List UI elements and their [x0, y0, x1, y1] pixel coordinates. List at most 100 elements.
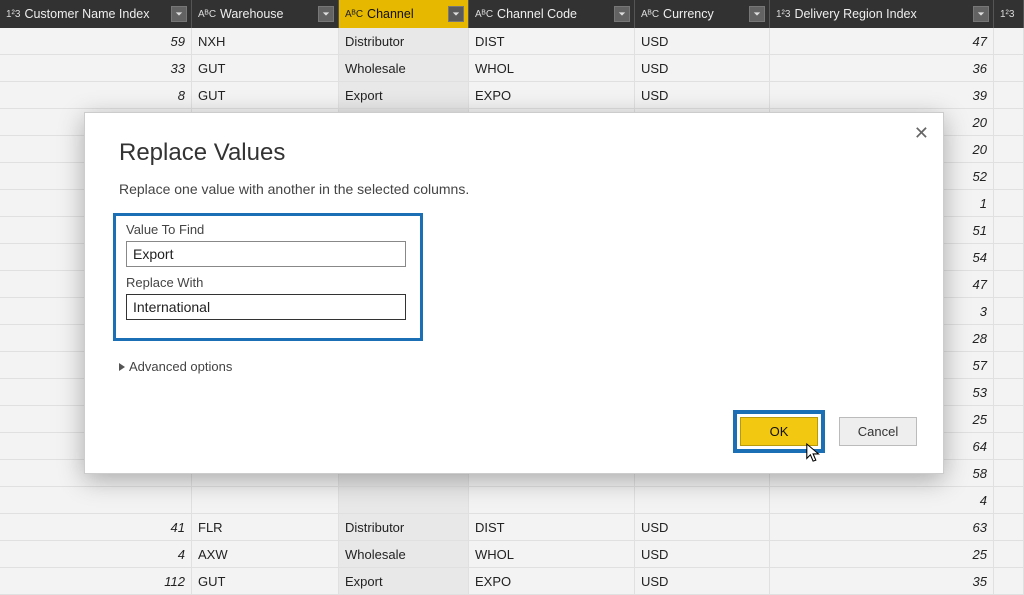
table-row[interactable]: 8GUTExportEXPOUSD39	[0, 82, 1024, 109]
cell-extra[interactable]	[994, 379, 1024, 405]
column-header-customer-name-index[interactable]: 1²3 Customer Name Index	[0, 0, 192, 28]
cell-warehouse[interactable]	[192, 487, 339, 513]
cell-currency[interactable]: USD	[635, 28, 770, 54]
cell-extra[interactable]	[994, 217, 1024, 243]
cell-extra[interactable]	[994, 514, 1024, 540]
cell-customer-name-index[interactable]: 41	[0, 514, 192, 540]
cell-extra[interactable]	[994, 568, 1024, 594]
cell-extra[interactable]	[994, 163, 1024, 189]
column-filter-button[interactable]	[614, 6, 630, 22]
cell-delivery-region-index[interactable]: 35	[770, 568, 994, 594]
cell-channel[interactable]: Distributor	[339, 28, 469, 54]
column-header-channel[interactable]: AᴮC Channel	[339, 0, 469, 28]
cell-extra[interactable]	[994, 325, 1024, 351]
cell-extra[interactable]	[994, 541, 1024, 567]
dialog-description: Replace one value with another in the se…	[119, 181, 909, 197]
highlight-annotation-ok: OK	[733, 410, 825, 453]
cell-currency[interactable]: USD	[635, 82, 770, 108]
cell-channel-code[interactable]: WHOL	[469, 55, 635, 81]
cell-channel[interactable]: Distributor	[339, 514, 469, 540]
cell-customer-name-index[interactable]: 112	[0, 568, 192, 594]
cell-extra[interactable]	[994, 190, 1024, 216]
column-header-channel-code[interactable]: AᴮC Channel Code	[469, 0, 635, 28]
cell-extra[interactable]	[994, 271, 1024, 297]
table-row[interactable]: 4AXWWholesaleWHOLUSD25	[0, 541, 1024, 568]
advanced-options-toggle[interactable]: Advanced options	[119, 359, 909, 374]
highlight-annotation: Value To Find Replace With	[113, 213, 423, 341]
column-header-extra[interactable]: 1²3	[994, 0, 1024, 28]
column-filter-button[interactable]	[318, 6, 334, 22]
column-header-warehouse[interactable]: AᴮC Warehouse	[192, 0, 339, 28]
cell-extra[interactable]	[994, 487, 1024, 513]
cell-customer-name-index[interactable]: 33	[0, 55, 192, 81]
cell-customer-name-index[interactable]: 8	[0, 82, 192, 108]
cell-extra[interactable]	[994, 433, 1024, 459]
cell-warehouse[interactable]: AXW	[192, 541, 339, 567]
cell-delivery-region-index[interactable]: 25	[770, 541, 994, 567]
table-row[interactable]: 4	[0, 487, 1024, 514]
cell-extra[interactable]	[994, 136, 1024, 162]
cell-warehouse[interactable]: NXH	[192, 28, 339, 54]
column-filter-button[interactable]	[973, 6, 989, 22]
cell-extra[interactable]	[994, 352, 1024, 378]
cancel-button[interactable]: Cancel	[839, 417, 917, 446]
cell-extra[interactable]	[994, 298, 1024, 324]
cell-channel[interactable]	[339, 487, 469, 513]
cell-channel[interactable]: Export	[339, 568, 469, 594]
cell-currency[interactable]: USD	[635, 568, 770, 594]
column-header-currency[interactable]: AᴮC Currency	[635, 0, 770, 28]
cell-extra[interactable]	[994, 82, 1024, 108]
cell-extra[interactable]	[994, 406, 1024, 432]
cell-currency[interactable]	[635, 487, 770, 513]
cell-warehouse[interactable]: GUT	[192, 568, 339, 594]
column-filter-button[interactable]	[448, 6, 464, 22]
value-to-find-input[interactable]	[126, 241, 406, 267]
cell-channel[interactable]: Export	[339, 82, 469, 108]
dialog-title: Replace Values	[119, 139, 909, 167]
table-row[interactable]: 41FLRDistributorDISTUSD63	[0, 514, 1024, 541]
cell-delivery-region-index[interactable]: 63	[770, 514, 994, 540]
cell-warehouse[interactable]: GUT	[192, 55, 339, 81]
cell-delivery-region-index[interactable]: 4	[770, 487, 994, 513]
cell-delivery-region-index[interactable]: 36	[770, 55, 994, 81]
column-header-row: 1²3 Customer Name Index AᴮC Warehouse Aᴮ…	[0, 0, 1024, 28]
advanced-options-label: Advanced options	[129, 359, 232, 374]
cell-delivery-region-index[interactable]: 47	[770, 28, 994, 54]
column-label: Customer Name Index	[24, 7, 167, 21]
column-label: Currency	[663, 7, 745, 21]
table-row[interactable]: 59NXHDistributorDISTUSD47	[0, 28, 1024, 55]
type-icon: AᴮC	[639, 9, 663, 20]
cell-currency[interactable]: USD	[635, 541, 770, 567]
column-filter-button[interactable]	[749, 6, 765, 22]
cell-channel[interactable]: Wholesale	[339, 541, 469, 567]
cell-channel-code[interactable]: EXPO	[469, 82, 635, 108]
cell-warehouse[interactable]: GUT	[192, 82, 339, 108]
cell-channel-code[interactable]: DIST	[469, 514, 635, 540]
table-row[interactable]: 33GUTWholesaleWHOLUSD36	[0, 55, 1024, 82]
value-to-find-label: Value To Find	[126, 222, 410, 237]
column-header-delivery-region-index[interactable]: 1²3 Delivery Region Index	[770, 0, 994, 28]
cell-channel[interactable]: Wholesale	[339, 55, 469, 81]
cell-channel-code[interactable]	[469, 487, 635, 513]
cell-currency[interactable]: USD	[635, 514, 770, 540]
table-row[interactable]: 112GUTExportEXPOUSD35	[0, 568, 1024, 595]
type-icon: 1²3	[998, 9, 1018, 20]
cell-warehouse[interactable]: FLR	[192, 514, 339, 540]
cell-extra[interactable]	[994, 109, 1024, 135]
cell-channel-code[interactable]: WHOL	[469, 541, 635, 567]
replace-with-input[interactable]	[126, 294, 406, 320]
ok-button[interactable]: OK	[740, 417, 818, 446]
cell-channel-code[interactable]: EXPO	[469, 568, 635, 594]
cell-customer-name-index[interactable]: 4	[0, 541, 192, 567]
cell-extra[interactable]	[994, 55, 1024, 81]
cell-currency[interactable]: USD	[635, 55, 770, 81]
column-filter-button[interactable]	[171, 6, 187, 22]
close-icon[interactable]: ✕	[914, 123, 929, 144]
cell-extra[interactable]	[994, 28, 1024, 54]
cell-delivery-region-index[interactable]: 39	[770, 82, 994, 108]
cell-extra[interactable]	[994, 244, 1024, 270]
cell-extra[interactable]	[994, 460, 1024, 486]
cell-customer-name-index[interactable]: 59	[0, 28, 192, 54]
cell-customer-name-index[interactable]	[0, 487, 192, 513]
cell-channel-code[interactable]: DIST	[469, 28, 635, 54]
